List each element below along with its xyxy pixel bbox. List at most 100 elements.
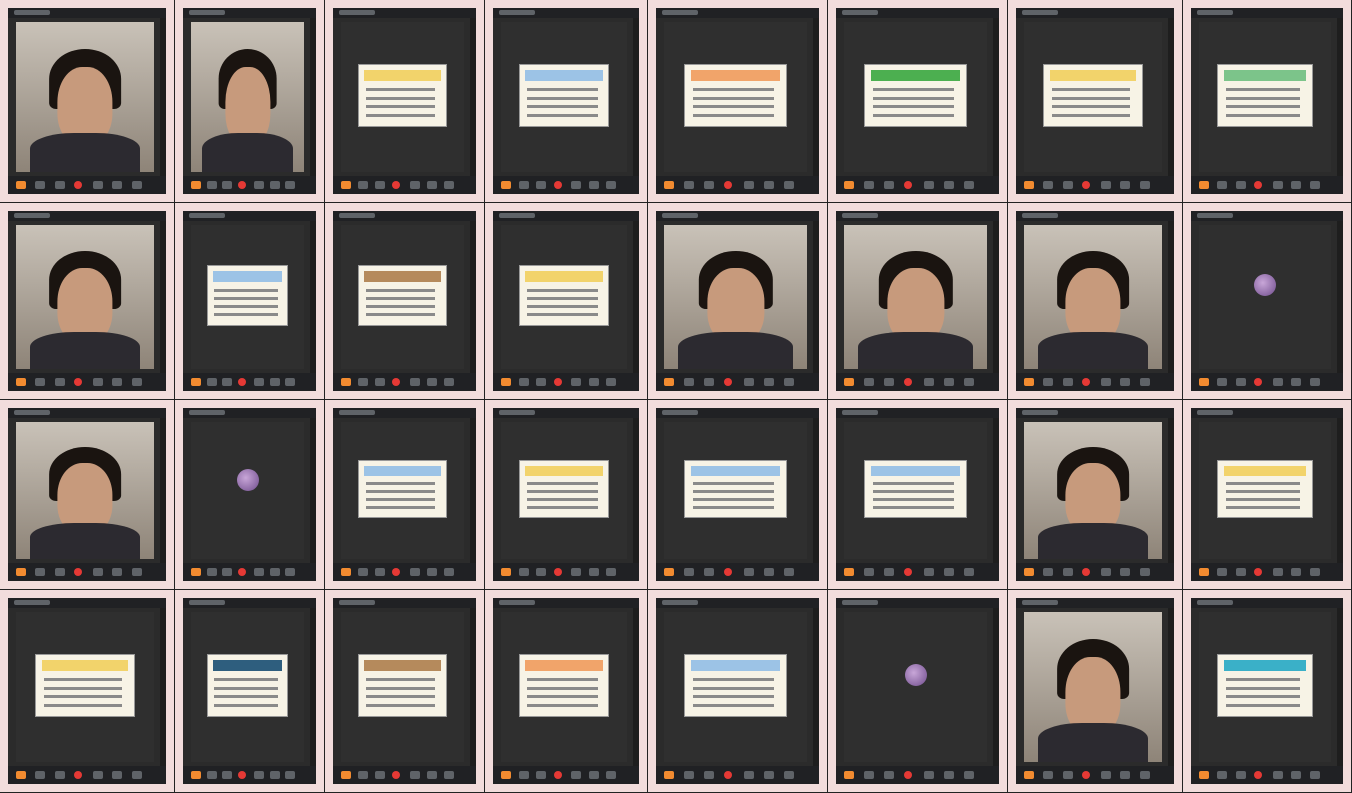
meet-control-icon[interactable]: [884, 771, 894, 779]
meet-control-icon[interactable]: [536, 181, 547, 189]
meet-control-icon[interactable]: [269, 378, 280, 386]
meet-control-icon[interactable]: [518, 568, 529, 576]
meet-control-icon[interactable]: [764, 181, 774, 189]
meet-control-icon[interactable]: [1062, 568, 1073, 576]
meet-control-icon[interactable]: [392, 568, 401, 576]
meet-control-icon[interactable]: [1254, 378, 1263, 386]
meet-control-icon[interactable]: [285, 378, 296, 386]
meet-control-icon[interactable]: [964, 568, 974, 576]
meet-control-icon[interactable]: [1024, 378, 1034, 386]
meet-control-icon[interactable]: [884, 181, 894, 189]
meet-control-icon[interactable]: [375, 568, 386, 576]
meet-control-icon[interactable]: [16, 771, 26, 779]
meet-control-icon[interactable]: [784, 771, 794, 779]
meet-control-icon[interactable]: [341, 568, 351, 576]
meet-control-icon[interactable]: [1291, 378, 1302, 386]
meet-control-icon[interactable]: [553, 181, 562, 189]
meet-control-icon[interactable]: [1309, 771, 1320, 779]
meet-control-icon[interactable]: [1120, 181, 1131, 189]
meet-control-icon[interactable]: [112, 378, 123, 386]
meet-control-icon[interactable]: [784, 568, 794, 576]
meet-control-icon[interactable]: [1235, 378, 1246, 386]
meet-control-icon[interactable]: [1101, 771, 1112, 779]
meet-control-icon[interactable]: [684, 181, 694, 189]
meet-control-icon[interactable]: [238, 771, 247, 779]
meet-control-icon[interactable]: [409, 378, 420, 386]
meet-control-icon[interactable]: [1139, 181, 1150, 189]
meet-control-icon[interactable]: [1199, 378, 1209, 386]
meet-control-icon[interactable]: [54, 771, 65, 779]
meet-control-icon[interactable]: [409, 568, 420, 576]
meet-control-icon[interactable]: [409, 181, 420, 189]
meet-control-icon[interactable]: [93, 181, 104, 189]
meet-control-icon[interactable]: [536, 378, 547, 386]
meet-control-icon[interactable]: [1235, 181, 1246, 189]
meet-control-icon[interactable]: [724, 378, 732, 386]
meet-control-icon[interactable]: [501, 181, 511, 189]
meet-control-icon[interactable]: [35, 771, 46, 779]
meet-control-icon[interactable]: [536, 771, 547, 779]
meet-control-icon[interactable]: [1217, 378, 1228, 386]
meet-control-icon[interactable]: [1120, 568, 1131, 576]
meet-control-icon[interactable]: [54, 568, 65, 576]
meet-control-icon[interactable]: [518, 378, 529, 386]
meet-control-icon[interactable]: [764, 378, 774, 386]
meet-control-icon[interactable]: [112, 771, 123, 779]
meet-control-icon[interactable]: [1081, 568, 1090, 576]
meet-control-icon[interactable]: [1254, 181, 1263, 189]
meet-control-icon[interactable]: [1139, 568, 1150, 576]
meet-control-icon[interactable]: [844, 181, 854, 189]
meet-control-icon[interactable]: [1199, 568, 1209, 576]
meet-control-icon[interactable]: [571, 181, 582, 189]
meet-control-icon[interactable]: [744, 771, 754, 779]
meet-control-icon[interactable]: [1062, 771, 1073, 779]
meet-control-icon[interactable]: [724, 181, 732, 189]
meet-control-icon[interactable]: [1043, 568, 1054, 576]
meet-control-icon[interactable]: [744, 181, 754, 189]
meet-control-icon[interactable]: [884, 568, 894, 576]
meet-control-icon[interactable]: [1199, 771, 1209, 779]
meet-control-icon[interactable]: [443, 568, 454, 576]
meet-control-icon[interactable]: [704, 181, 714, 189]
meet-control-icon[interactable]: [1101, 181, 1112, 189]
meet-control-icon[interactable]: [375, 771, 386, 779]
meet-control-icon[interactable]: [1291, 568, 1302, 576]
meet-control-icon[interactable]: [253, 181, 264, 189]
meet-control-icon[interactable]: [784, 378, 794, 386]
meet-control-icon[interactable]: [131, 771, 142, 779]
meet-control-icon[interactable]: [553, 771, 562, 779]
meet-control-icon[interactable]: [222, 181, 233, 189]
meet-control-icon[interactable]: [73, 568, 82, 576]
meet-control-icon[interactable]: [191, 771, 201, 779]
meet-control-icon[interactable]: [1062, 181, 1073, 189]
meet-control-icon[interactable]: [684, 771, 694, 779]
meet-control-icon[interactable]: [553, 568, 562, 576]
meet-control-icon[interactable]: [1217, 771, 1228, 779]
meet-control-icon[interactable]: [112, 568, 123, 576]
meet-control-icon[interactable]: [588, 771, 599, 779]
meet-control-icon[interactable]: [944, 568, 954, 576]
meet-control-icon[interactable]: [1081, 771, 1090, 779]
meet-control-icon[interactable]: [664, 771, 674, 779]
meet-control-icon[interactable]: [426, 568, 437, 576]
meet-control-icon[interactable]: [1024, 181, 1034, 189]
meet-control-icon[interactable]: [443, 378, 454, 386]
meet-control-icon[interactable]: [253, 378, 264, 386]
meet-control-icon[interactable]: [1139, 378, 1150, 386]
meet-control-icon[interactable]: [1254, 568, 1263, 576]
meet-control-icon[interactable]: [606, 181, 617, 189]
meet-control-icon[interactable]: [1081, 378, 1090, 386]
meet-control-icon[interactable]: [744, 568, 754, 576]
meet-control-icon[interactable]: [1235, 771, 1246, 779]
meet-control-icon[interactable]: [571, 378, 582, 386]
meet-control-icon[interactable]: [358, 771, 369, 779]
meet-control-icon[interactable]: [764, 771, 774, 779]
meet-control-icon[interactable]: [35, 568, 46, 576]
meet-control-icon[interactable]: [501, 568, 511, 576]
meet-control-icon[interactable]: [206, 568, 217, 576]
meet-control-icon[interactable]: [1081, 181, 1090, 189]
meet-control-icon[interactable]: [1309, 181, 1320, 189]
meet-control-icon[interactable]: [704, 378, 714, 386]
meet-control-icon[interactable]: [904, 378, 912, 386]
meet-control-icon[interactable]: [392, 181, 401, 189]
